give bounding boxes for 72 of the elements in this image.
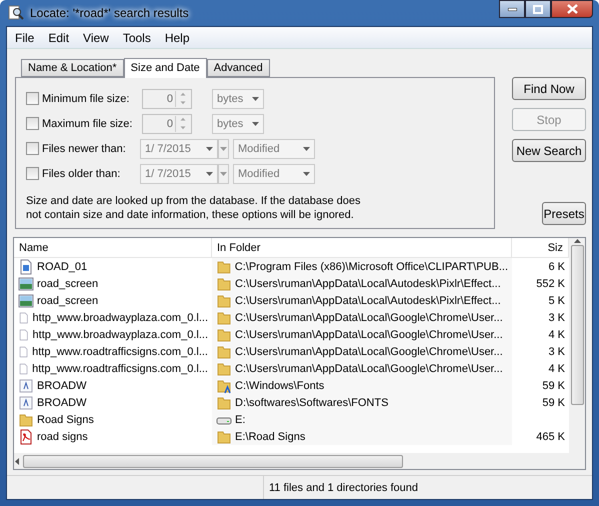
image-icon: [18, 292, 34, 308]
maximize-button[interactable]: [525, 0, 551, 18]
spin-down-icon[interactable]: [180, 125, 186, 130]
image-icon: [18, 276, 34, 292]
folder-cell: C:\Users\ruman\AppData\Local\Google\Chrome\User...: [212, 360, 512, 377]
menu-item[interactable]: Tools: [118, 29, 156, 46]
folder-cell: E:: [212, 411, 512, 428]
option-label: Files older than:: [42, 166, 122, 180]
font-folder-icon: [216, 378, 232, 394]
spin-up-icon[interactable]: [180, 92, 186, 97]
dropdown-arrow-icon[interactable]: [303, 145, 310, 152]
tab[interactable]: Name & Location*: [21, 59, 124, 77]
action-button[interactable]: New Search: [512, 139, 586, 162]
action-button[interactable]: Find Now: [512, 77, 586, 100]
window-title: Locate: '*road*' search results: [30, 6, 190, 20]
column-header[interactable]: In Folder: [212, 238, 512, 257]
dropdown-arrow-icon[interactable]: [252, 95, 259, 102]
menu-item[interactable]: File: [10, 29, 40, 46]
maximize-icon: [533, 4, 543, 14]
presets-button[interactable]: Presets: [542, 202, 586, 225]
magnifier-icon: [8, 5, 24, 21]
tab[interactable]: Size and Date: [124, 58, 207, 78]
info-text: Size and date are looked up from the database. If the database does not contain size and date information, these options will be ignored.: [26, 194, 362, 222]
folder-cell: C:\Users\ruman\AppData\Local\Autodesk\Pixlr\Effect...: [212, 275, 512, 292]
menu-item[interactable]: Edit: [43, 29, 74, 46]
number-spinner[interactable]: 0: [142, 114, 192, 134]
horizontal-scrollbar[interactable]: [14, 453, 585, 469]
folder-cell: C:\Users\ruman\AppData\Local\Google\Chrome\User...: [212, 326, 512, 343]
folder-cell: C:\Users\ruman\AppData\Local\Google\Chrome\User...: [212, 343, 512, 360]
dropdown-arrow-icon[interactable]: [206, 170, 213, 177]
document-icon: [18, 258, 34, 274]
folder-cell: C:\Users\ruman\AppData\Local\Google\Chrome\User...: [212, 309, 512, 326]
checkbox[interactable]: [26, 117, 39, 130]
checkbox[interactable]: [26, 142, 39, 155]
folder-cell: E:\Road Signs: [212, 428, 512, 445]
folder-cell: C:\Program Files (x86)\Microsoft Office\CLIPART\PUB...: [212, 258, 512, 275]
file-icon: [18, 326, 30, 342]
folder-cell: C:\Windows\Fonts: [212, 377, 512, 394]
menu-item[interactable]: View: [78, 29, 114, 46]
close-button[interactable]: [551, 0, 593, 18]
close-icon: [566, 4, 578, 14]
menu-item[interactable]: Help: [160, 29, 195, 46]
checkbox[interactable]: [26, 167, 39, 180]
checkbox[interactable]: [26, 92, 39, 105]
number-spinner[interactable]: 0: [142, 88, 192, 108]
vertical-scrollbar[interactable]: [569, 238, 585, 453]
file-icon: [18, 310, 30, 326]
dropdown-arrow-icon[interactable]: [303, 170, 310, 177]
option-label: Minimum file size:: [42, 92, 130, 106]
font-file-icon: [18, 378, 34, 394]
date-type-dropdown[interactable]: Modified: [233, 138, 315, 158]
font-file-icon: [18, 394, 34, 410]
minimize-button[interactable]: [499, 0, 525, 18]
spin-up-icon[interactable]: [180, 117, 186, 122]
column-header[interactable]: Name: [14, 238, 212, 257]
folder-cell: D:\softwares\Softwares\FONTS: [212, 394, 512, 411]
date-picker[interactable]: 1/ 7/2015: [140, 164, 218, 184]
option-label: Files newer than:: [42, 142, 127, 156]
folder-cell: C:\Users\ruman\AppData\Local\Autodesk\Pixlr\Effect...: [212, 292, 512, 309]
unit-dropdown[interactable]: bytes: [212, 114, 264, 134]
date-picker[interactable]: 1/ 7/2015: [140, 138, 218, 158]
tab[interactable]: Advanced: [206, 59, 270, 77]
dropdown-arrow-icon[interactable]: [252, 120, 259, 127]
option-label: Maximum file size:: [42, 116, 134, 130]
dropdown-arrow-icon[interactable]: [206, 145, 213, 152]
unit-dropdown[interactable]: bytes: [212, 88, 264, 108]
status-text: 11 files and 1 directories found: [263, 476, 592, 499]
date-type-dropdown[interactable]: Modified: [233, 164, 315, 184]
scroll-left-icon[interactable]: [14, 458, 21, 464]
pdf-file-icon: [18, 428, 34, 444]
spin-down-icon[interactable]: [180, 100, 186, 105]
minimize-icon: [508, 8, 516, 10]
